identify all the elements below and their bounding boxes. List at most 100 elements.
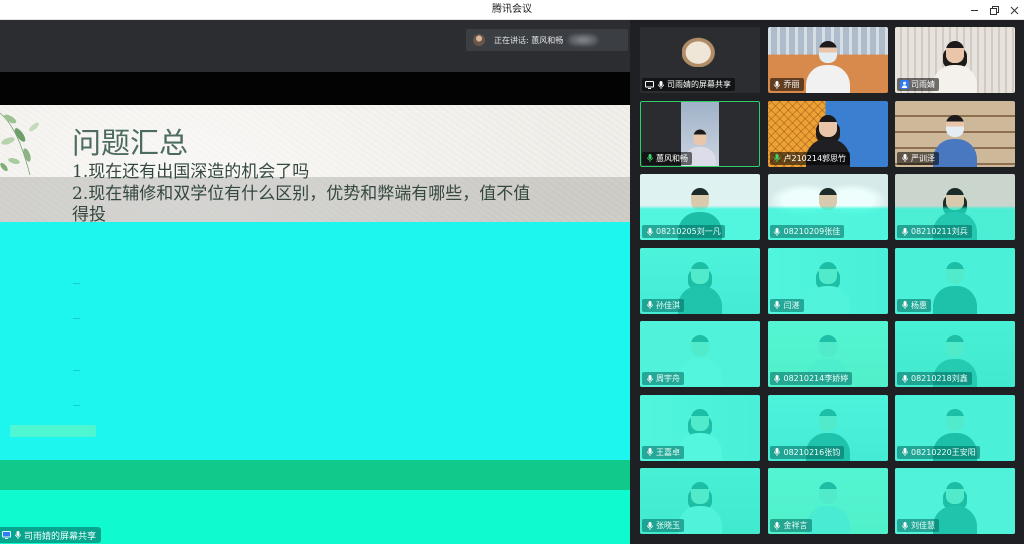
meeting-window: 腾讯会议 正在讲话: 蕙风和畅 问题汇总 1.现在还有出国深造的机会了吗 2.现… [0, 0, 1024, 544]
stage-header: 正在讲话: 蕙风和畅 [0, 20, 630, 72]
participant-name-label: 周宇舟 [642, 372, 684, 385]
minimize-icon[interactable] [966, 2, 982, 18]
participant-video [805, 258, 850, 314]
leaf [8, 158, 20, 164]
participant-name-label: 08210218刘鑫 [897, 372, 972, 385]
participant-name-label: 08210214李娇婷 [769, 372, 853, 385]
participant-tile[interactable]: 卢210214郭思竹 [767, 100, 888, 167]
mic-icon [900, 521, 909, 530]
participant-name-label: 司雨婧的屏幕共享 [642, 78, 735, 91]
participant-gallery: 司雨婧的屏幕共享 乔丽 司雨婧 蕙风和畅 卢210214郭思竹 严训泽 0821… [632, 20, 1024, 544]
participant-name-label: 孙佳淇 [642, 298, 684, 312]
participant-tile[interactable]: 金祥言 [767, 468, 888, 534]
slide-title: 问题汇总 [72, 126, 189, 160]
participant-video [933, 111, 977, 167]
participant-name: 08210214李娇婷 [783, 374, 849, 383]
host-icon [900, 80, 909, 89]
mic-icon [773, 227, 782, 236]
participant-name-label: 刘佳慧 [897, 519, 939, 532]
participant-name-label: 王嘉卓 [642, 445, 684, 459]
leaf [23, 148, 31, 162]
faint-bullet [73, 405, 80, 406]
participant-tile[interactable]: 08210220王安阳 [895, 394, 1015, 461]
participant-tile[interactable]: 08210216张钧 [767, 394, 888, 461]
mic-icon [900, 448, 909, 457]
participant-video [678, 331, 722, 387]
participant-name-label: 杨惠 [897, 298, 931, 312]
participant-video [805, 37, 850, 93]
participant-tile[interactable]: 杨惠 [895, 247, 1015, 314]
participant-name-label: 蕙风和畅 [642, 151, 692, 165]
participant-tile[interactable]: 乔丽 [767, 27, 888, 93]
participant-tile[interactable]: 08210211刘兵 [895, 174, 1015, 240]
participant-name-label: 张晓玉 [642, 519, 684, 532]
screen-share-icon [2, 531, 11, 540]
shared-slide: 问题汇总 1.现在还有出国深造的机会了吗 2.现在辅修和双学位有什么区别，优势和… [0, 105, 630, 544]
mic-icon [13, 531, 22, 540]
leaf [14, 128, 26, 142]
faint-bullet [73, 318, 80, 319]
participant-video [678, 258, 722, 314]
participant-name-label: 08210205刘一凡 [642, 225, 725, 238]
leaf [29, 122, 39, 132]
faint-strip [10, 425, 96, 437]
participant-video [678, 478, 722, 534]
participant-name-label: 08210216张钧 [769, 445, 845, 459]
participant-video [805, 478, 850, 534]
participant-tile-active-speaker[interactable]: 蕙风和畅 [640, 100, 760, 167]
participant-name-label: 金祥言 [769, 519, 812, 532]
participant-tile[interactable]: 闫湛 [767, 247, 888, 314]
participant-name: 孙佳淇 [656, 300, 680, 310]
mic-icon [645, 374, 654, 383]
participant-tile[interactable]: 08210205刘一凡 [640, 174, 760, 240]
participant-tile[interactable]: 张晓玉 [640, 468, 760, 534]
main-stage[interactable]: 正在讲话: 蕙风和畅 问题汇总 1.现在还有出国深造的机会了吗 2.现在辅修和双… [0, 20, 630, 544]
screen-share-icon [645, 80, 654, 89]
participant-name-label: 08210220王安阳 [897, 445, 980, 459]
slide-question-1: 1.现在还有出国深造的机会了吗 [72, 162, 310, 182]
participant-tile[interactable]: 王嘉卓 [640, 394, 760, 461]
speaking-indicator: 正在讲话: 蕙风和畅 [466, 29, 628, 51]
participant-tile[interactable]: 刘佳慧 [895, 468, 1015, 534]
mic-icon [645, 521, 654, 530]
leaf [1, 137, 15, 145]
participant-tile[interactable]: 严训泽 [895, 100, 1015, 167]
participant-name: 08210205刘一凡 [656, 227, 721, 236]
participant-tile[interactable]: 司雨婧 [895, 27, 1015, 93]
close-icon[interactable] [1006, 2, 1022, 18]
participant-tile[interactable]: 司雨婧的屏幕共享 [640, 27, 760, 93]
participant-name: 卢210214郭思竹 [783, 153, 847, 163]
participant-name: 杨惠 [911, 300, 927, 310]
participant-name: 08210220王安阳 [911, 447, 976, 457]
color-artifact-green [0, 460, 630, 490]
mic-icon [773, 521, 782, 530]
participant-name-label: 卢210214郭思竹 [769, 151, 851, 165]
mic-icon [900, 154, 909, 163]
participant-video [678, 405, 722, 461]
mic-icon [773, 154, 782, 163]
participant-name: 乔丽 [783, 80, 800, 89]
participant-name-label: 严训泽 [897, 151, 939, 165]
participant-tile[interactable]: 08210214李娇婷 [767, 321, 888, 387]
mic-icon [645, 227, 654, 236]
shared-screen-thumbnail [682, 35, 718, 67]
participant-name: 08210218刘鑫 [911, 374, 968, 383]
speaking-label: 正在讲话: 蕙风和畅 [494, 35, 564, 45]
mic-icon [900, 374, 909, 383]
screen-share-label: 司雨婧的屏幕共享 [0, 527, 102, 543]
participant-name: 张晓玉 [656, 521, 680, 530]
restore-icon[interactable] [986, 2, 1002, 18]
participant-tile[interactable]: 孙佳淇 [640, 247, 760, 314]
participant-tile[interactable]: 周宇舟 [640, 321, 760, 387]
participant-video [933, 258, 977, 314]
participant-name: 08210211刘兵 [911, 227, 968, 236]
participant-video [933, 37, 977, 93]
participant-tile[interactable]: 08210218刘鑫 [895, 321, 1015, 387]
participant-tile[interactable]: 08210209张佳 [767, 174, 888, 240]
mic-icon [900, 227, 909, 236]
participant-name: 金祥言 [783, 521, 808, 530]
participant-video [933, 478, 977, 534]
mic-icon [645, 448, 654, 457]
mic-icon [773, 301, 782, 310]
window-title: 腾讯会议 [492, 4, 532, 15]
